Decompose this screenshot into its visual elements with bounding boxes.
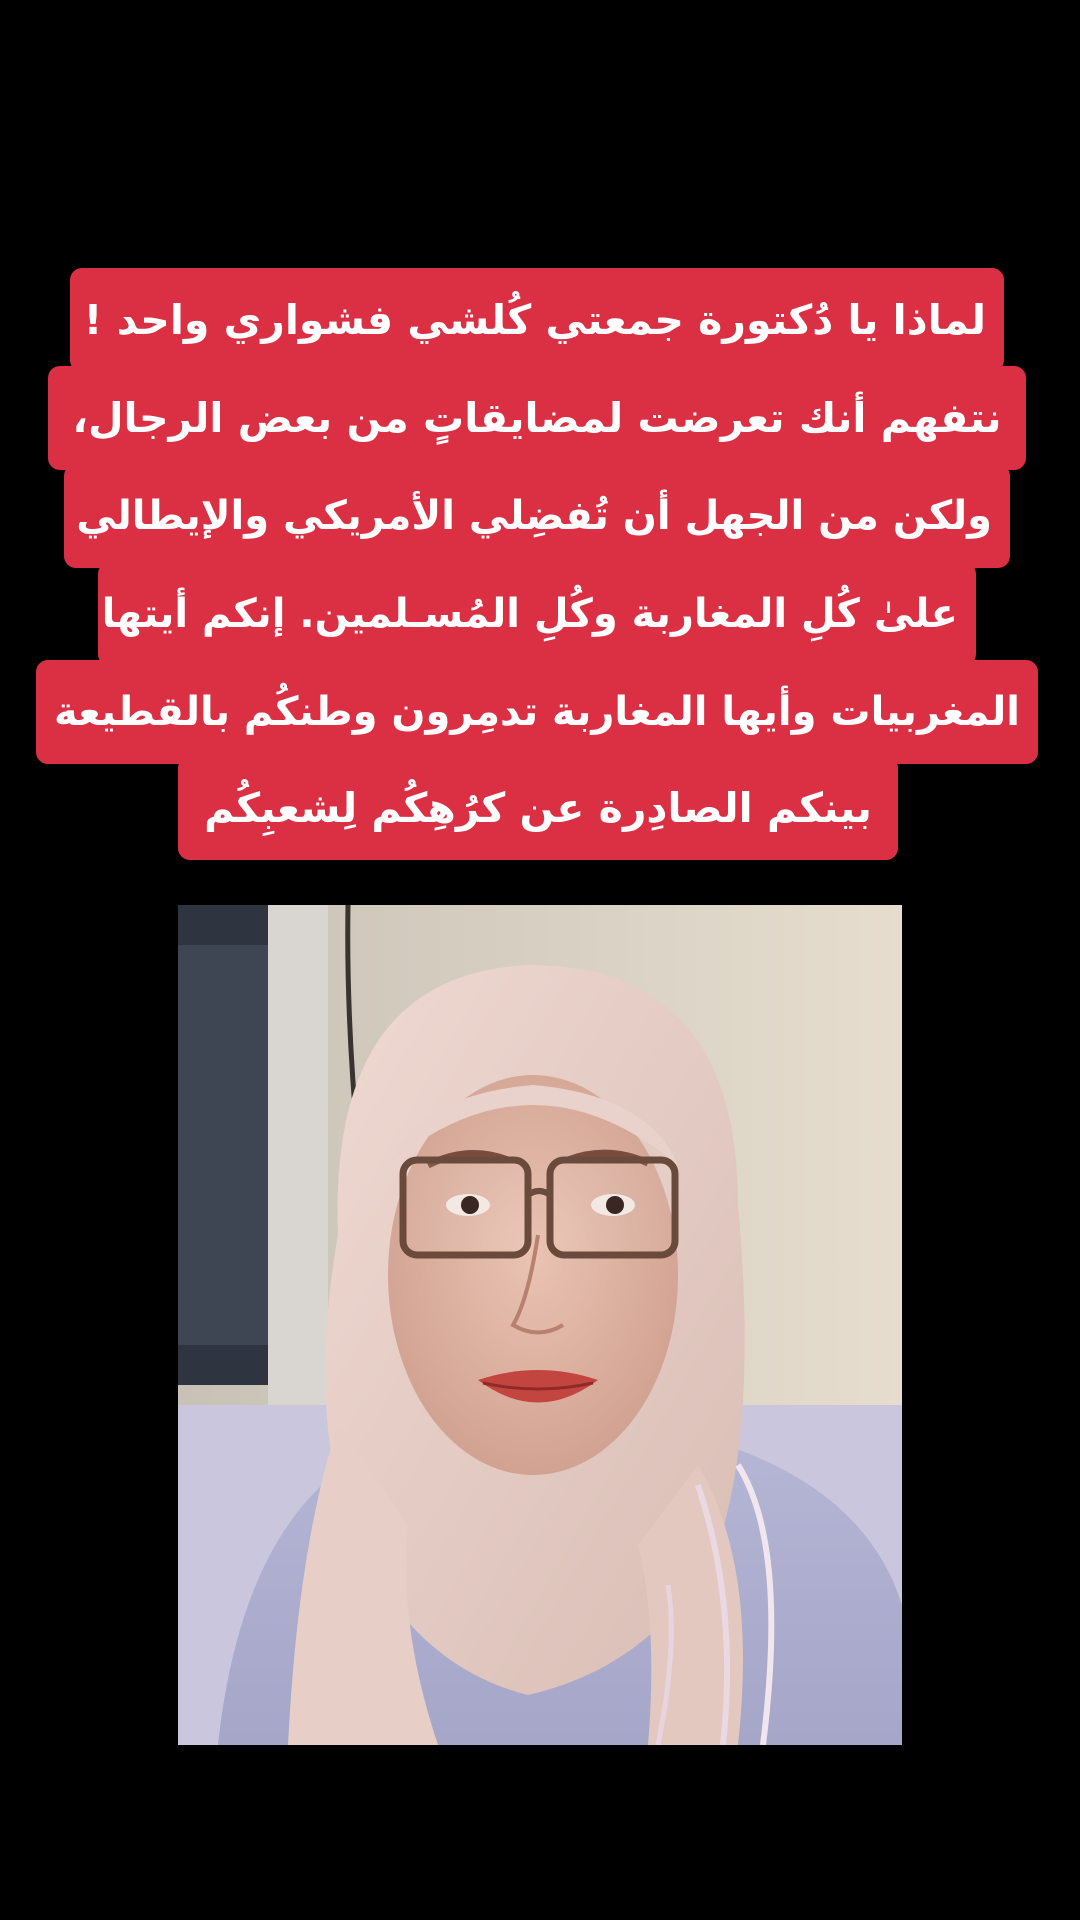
caption-line-4: علىٰ كُلِ المغاربة وكُلِ المُسـلمين. إنك… bbox=[98, 562, 976, 666]
caption-line-5: المغربيات وأيها المغاربة تدمِرون وطنكُم … bbox=[36, 660, 1038, 764]
caption-line-1: لماذا يا دُكتورة جمعتي كُلشي فشواري واحد… bbox=[70, 268, 1004, 372]
video-screen[interactable]: لماذا يا دُكتورة جمعتي كُلشي فشواري واحد… bbox=[0, 0, 1080, 1920]
video-frame[interactable] bbox=[178, 905, 902, 1745]
video-scene bbox=[178, 905, 902, 1745]
caption-line-6: بينكم الصادِرة عن كرُهِكُم لِشعبِكُم bbox=[178, 756, 898, 860]
caption-line-2: نتفهم أنك تعرضت لمضايقاتٍ من بعض الرجال، bbox=[48, 366, 1026, 470]
face bbox=[388, 1075, 678, 1475]
caption-line-3: ولكن من الجهل أن تُفضِلي الأمريكي والإيط… bbox=[64, 464, 1010, 568]
